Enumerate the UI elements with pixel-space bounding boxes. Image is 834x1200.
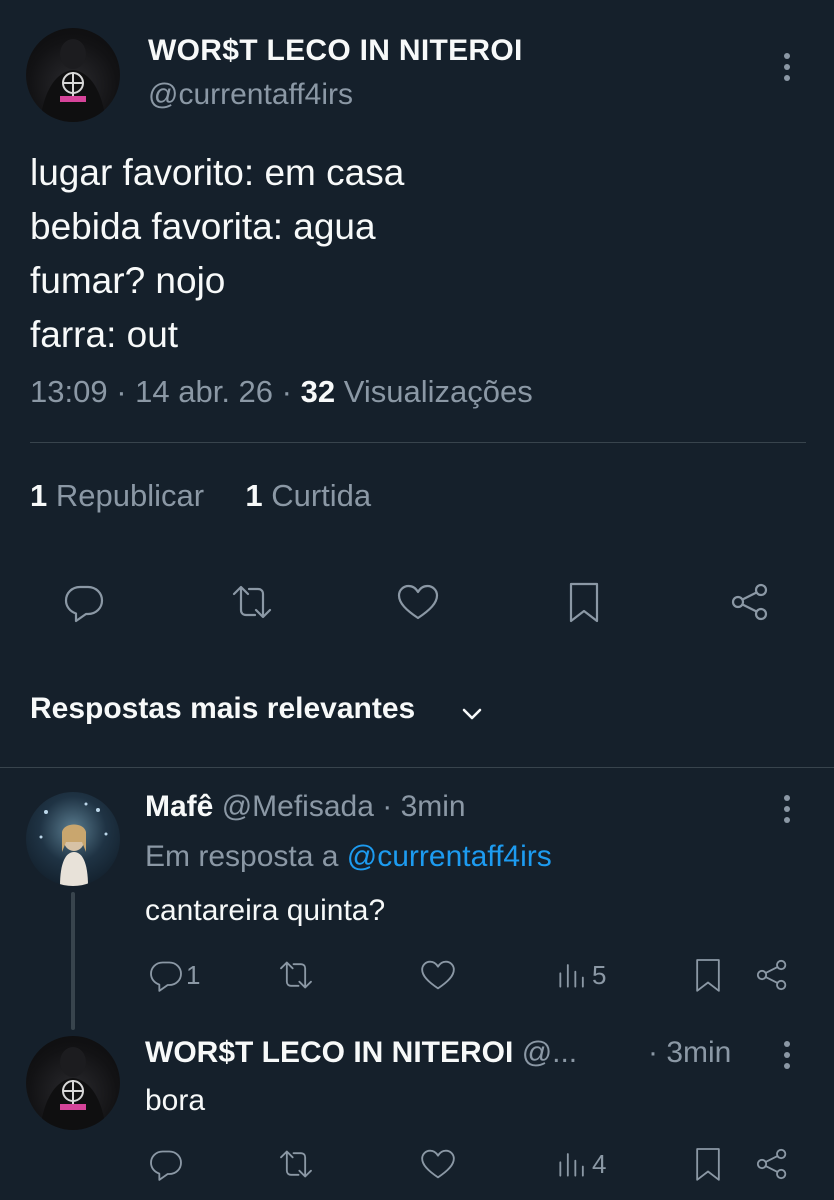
tweet-meta: 13:09 · 14 abr. 26 · 32 Visualizações	[30, 374, 533, 409]
tweet-line: fumar? nojo	[30, 260, 226, 301]
reply-author-handle[interactable]: @...	[522, 1036, 577, 1069]
more-options-icon[interactable]	[775, 48, 799, 88]
chevron-down-icon[interactable]	[458, 700, 486, 728]
tweet-line: lugar favorito: em casa	[30, 152, 405, 193]
share-icon[interactable]	[752, 1144, 792, 1184]
tweet-line: farra: out	[30, 314, 179, 355]
mention-link[interactable]: @currentaff4irs	[347, 840, 552, 873]
reply-time[interactable]: 3min	[666, 1036, 731, 1069]
reply-icon[interactable]	[146, 1144, 186, 1184]
views-count: 32	[300, 374, 336, 409]
share-icon[interactable]	[752, 955, 792, 995]
repost-icon[interactable]	[228, 578, 276, 626]
like-icon[interactable]	[418, 955, 458, 995]
reply-action[interactable]: 1	[146, 955, 200, 995]
avatar[interactable]	[26, 792, 120, 886]
like-icon[interactable]	[418, 1144, 458, 1184]
tweet-date[interactable]: 14 abr. 26	[135, 374, 273, 409]
reply-author-name[interactable]: Mafê	[145, 790, 213, 823]
bookmark-icon[interactable]	[688, 1144, 728, 1184]
reply-author-handle[interactable]: @Mefisada	[222, 790, 374, 823]
reply-icon[interactable]	[146, 955, 186, 995]
tweet-time[interactable]: 13:09	[30, 374, 108, 409]
avatar[interactable]	[26, 1036, 120, 1130]
more-options-icon[interactable]	[775, 1038, 799, 1074]
more-options-icon[interactable]	[775, 792, 799, 828]
views-count: 4	[592, 1148, 607, 1179]
reply-context-prefix: Em resposta a	[145, 840, 339, 873]
reply-header: Mafê @Mefisada · 3min	[145, 790, 466, 823]
avatar[interactable]	[26, 28, 120, 122]
share-icon[interactable]	[726, 578, 774, 626]
reposts-label: Republicar	[55, 478, 205, 513]
reply-author-name[interactable]: WOR$T LECO IN NITEROI	[145, 1036, 513, 1069]
tweet-stats: 1 Republicar 1 Curtida	[30, 478, 371, 514]
divider	[30, 442, 806, 443]
reply-count: 1	[186, 959, 201, 990]
reply-icon[interactable]	[60, 578, 108, 626]
analytics-icon[interactable]	[552, 1144, 592, 1184]
bookmark-icon[interactable]	[560, 578, 608, 626]
reposts-stat[interactable]: 1 Republicar	[30, 478, 204, 513]
like-icon[interactable]	[394, 578, 442, 626]
analytics-icon[interactable]	[552, 955, 592, 995]
reply-text: cantareira quinta?	[145, 894, 386, 927]
replies-sort-label[interactable]: Respostas mais relevantes	[30, 692, 415, 726]
handle[interactable]: @currentaff4irs	[148, 78, 353, 112]
reply-time[interactable]: 3min	[401, 790, 466, 823]
tweet-text: lugar favorito: em casa bebida favorita:…	[30, 146, 404, 362]
views-action[interactable]: 4	[552, 1144, 606, 1184]
views-count: 5	[592, 959, 607, 990]
reply-time-wrap: · 3min	[648, 1036, 732, 1069]
bookmark-icon[interactable]	[688, 955, 728, 995]
views-label[interactable]: Visualizações	[344, 374, 533, 409]
reply-context: Em resposta a @currentaff4irs	[145, 840, 552, 874]
likes-count: 1	[245, 478, 263, 513]
repost-icon[interactable]	[276, 1144, 316, 1184]
thread-connector	[71, 892, 75, 1030]
tweet-line: bebida favorita: agua	[30, 206, 376, 247]
likes-stat[interactable]: 1 Curtida	[245, 478, 371, 513]
display-name[interactable]: WOR$T LECO IN NITEROI	[148, 34, 523, 68]
views-action[interactable]: 5	[552, 955, 606, 995]
reposts-count: 1	[30, 478, 48, 513]
reply-text: bora	[145, 1084, 206, 1117]
reply-header: WOR$T LECO IN NITEROI @...	[145, 1036, 577, 1070]
repost-icon[interactable]	[276, 955, 316, 995]
likes-label: Curtida	[271, 478, 372, 513]
divider	[0, 767, 834, 768]
